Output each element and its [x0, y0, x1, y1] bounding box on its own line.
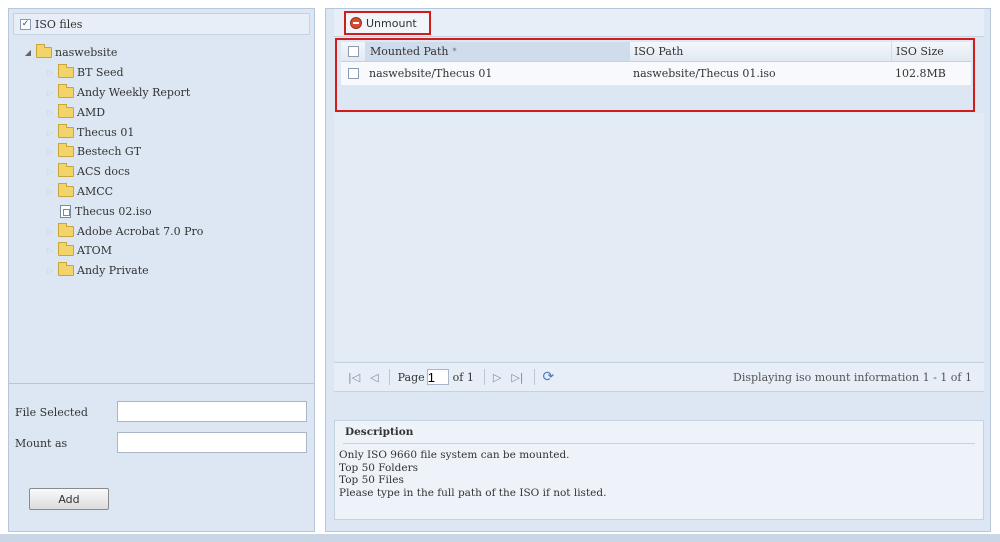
- tree-node-label: Andy Private: [77, 264, 149, 278]
- tree-node[interactable]: ▷ Andy Weekly Report: [23, 83, 203, 103]
- prev-page-icon[interactable]: ◁: [370, 371, 378, 384]
- tree-node-label: Adobe Acrobat 7.0 Pro: [77, 224, 204, 238]
- tree-node-label: naswebsite: [55, 46, 118, 60]
- folder-icon: [58, 182, 74, 197]
- folder-icon: [58, 83, 74, 98]
- tree-node[interactable]: ▷ Andy Private: [23, 261, 203, 281]
- description-line: Only ISO 9660 file system can be mounted…: [339, 449, 570, 461]
- expand-arrow-icon[interactable]: ▷: [45, 187, 55, 196]
- pagination-bar: |◁ ◁ Page of 1 ▷ ▷| ⟳ Displaying iso mou…: [334, 362, 984, 392]
- description-title: Description: [345, 426, 414, 438]
- folder-icon: [58, 143, 74, 158]
- tree-node[interactable]: ▷ Thecus 01: [23, 122, 203, 142]
- folder-icon: [58, 64, 74, 79]
- first-page-icon[interactable]: |◁: [348, 371, 360, 384]
- folder-icon: [58, 222, 74, 237]
- folder-tree-panel: ✓ ISO files ◢ naswebsite ▷ BT Seed ▷ And…: [8, 8, 315, 532]
- table-header: Mounted Path * ISO Path ISO Size: [341, 42, 971, 62]
- tree-node[interactable]: ▷ Adobe Acrobat 7.0 Pro: [23, 221, 203, 241]
- page-label: Page: [397, 370, 425, 384]
- description-line: Top 50 Folders: [339, 461, 419, 474]
- description-line: Top 50 Files: [339, 474, 404, 486]
- page-total-label: of 1: [452, 370, 474, 384]
- expand-arrow-icon[interactable]: ▷: [45, 128, 55, 137]
- tree-node-label: Bestech GT: [77, 145, 142, 159]
- description-line: Please type in the full path of the ISO …: [339, 486, 607, 499]
- toolbar: Unmount: [334, 9, 984, 37]
- expand-arrow-icon[interactable]: ▷: [45, 167, 55, 176]
- cell-iso-size: 102.8MB: [895, 67, 946, 80]
- expand-arrow-icon[interactable]: ▷: [45, 68, 55, 77]
- tree-node-label: Andy Weekly Report: [77, 85, 191, 99]
- column-header-iso-size[interactable]: ISO Size: [891, 42, 971, 61]
- folder-icon: [58, 262, 74, 277]
- unmount-button[interactable]: Unmount: [344, 11, 431, 35]
- tree-node-label: Thecus 01: [77, 125, 135, 139]
- last-page-icon[interactable]: ▷|: [511, 371, 523, 384]
- tree-root-label: ISO files: [35, 17, 83, 31]
- folder-icon: [58, 163, 74, 178]
- unmount-icon: [350, 17, 362, 29]
- mounted-iso-table-highlight: Mounted Path * ISO Path ISO Size naswebs…: [335, 38, 975, 112]
- tree-node-label: BT Seed: [77, 66, 124, 80]
- expand-arrow-icon[interactable]: ▷: [45, 147, 55, 156]
- tree-node-file[interactable]: Thecus 02.iso: [23, 201, 203, 221]
- file-selected-input[interactable]: [117, 401, 307, 422]
- tree-node[interactable]: ▷ ACS docs: [23, 162, 203, 182]
- sort-indicator-icon: *: [452, 47, 457, 56]
- unmount-label: Unmount: [366, 16, 417, 30]
- folder-icon: [58, 123, 74, 138]
- iso-file-icon: [60, 204, 71, 218]
- tree-node-label: ACS docs: [77, 165, 130, 179]
- expand-arrow-icon[interactable]: ▷: [45, 266, 55, 275]
- expand-arrow-icon[interactable]: ▷: [45, 108, 55, 117]
- add-button[interactable]: Add: [29, 488, 109, 510]
- pagination-info: Displaying iso mount information 1 - 1 o…: [733, 371, 972, 384]
- expand-arrow-icon[interactable]: ◢: [23, 48, 33, 57]
- select-all-checkbox[interactable]: [347, 46, 359, 57]
- bottom-bar: [0, 534, 1000, 542]
- iso-files-checkbox[interactable]: ✓: [20, 18, 31, 30]
- page-number-input[interactable]: [426, 369, 449, 385]
- tree-node-label: AMCC: [77, 184, 114, 198]
- expand-arrow-icon[interactable]: ▷: [45, 246, 55, 255]
- tree-root-header[interactable]: ✓ ISO files: [13, 13, 310, 35]
- description-box: Description Only ISO 9660 file system ca…: [334, 420, 984, 520]
- tree-node[interactable]: ▷ AMD: [23, 102, 203, 122]
- mount-form: File Selected Mount as Add: [9, 383, 314, 531]
- cell-iso-path: naswebsite/Thecus 01.iso: [633, 67, 776, 80]
- folder-icon: [36, 44, 52, 59]
- mount-as-label: Mount as: [15, 437, 68, 450]
- tree-node[interactable]: ▷ Bestech GT: [23, 142, 203, 162]
- folder-tree: ◢ naswebsite ▷ BT Seed ▷ Andy Weekly Rep…: [23, 43, 203, 281]
- tree-node-label: Thecus 02.iso: [75, 204, 152, 218]
- tree-node-label: ATOM: [77, 244, 112, 258]
- description-text: Only ISO 9660 file system can be mounted…: [339, 449, 606, 499]
- table-row[interactable]: naswebsite/Thecus 01 naswebsite/Thecus 0…: [341, 62, 971, 85]
- table-empty-area: [334, 113, 984, 361]
- tree-node[interactable]: ▷ BT Seed: [23, 63, 203, 83]
- folder-icon: [58, 242, 74, 257]
- expand-arrow-icon[interactable]: ▷: [45, 88, 55, 97]
- mounted-iso-table: Mounted Path * ISO Path ISO Size naswebs…: [341, 42, 971, 85]
- column-header-iso-path[interactable]: ISO Path: [629, 42, 891, 61]
- cell-mounted-path: naswebsite/Thecus 01: [369, 67, 493, 80]
- column-header-mounted-path[interactable]: Mounted Path *: [365, 42, 629, 61]
- tree-node-label: AMD: [77, 105, 106, 119]
- row-checkbox[interactable]: [347, 68, 359, 79]
- tree-node[interactable]: ▷ ATOM: [23, 241, 203, 261]
- expand-arrow-icon[interactable]: ▷: [45, 227, 55, 236]
- iso-mount-panel: Unmount Mounted Path * ISO Path ISO Size: [325, 8, 991, 532]
- folder-icon: [58, 103, 74, 118]
- refresh-icon[interactable]: ⟳: [543, 369, 555, 385]
- file-selected-label: File Selected: [15, 406, 88, 419]
- next-page-icon[interactable]: ▷: [493, 371, 501, 384]
- mount-as-input[interactable]: [117, 432, 307, 453]
- tree-node[interactable]: ▷ AMCC: [23, 182, 203, 202]
- tree-node-share[interactable]: ◢ naswebsite: [23, 43, 203, 63]
